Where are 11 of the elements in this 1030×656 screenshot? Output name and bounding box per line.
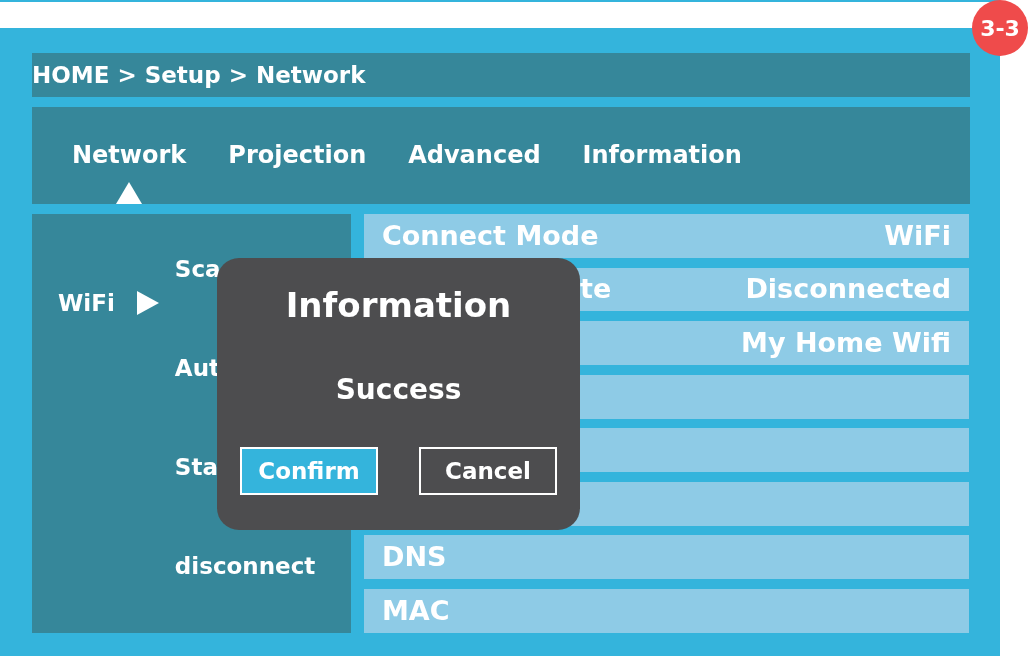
- row-value: Disconnected: [745, 272, 951, 307]
- row-label: MAC: [382, 593, 450, 628]
- dialog-message: Success: [335, 372, 462, 408]
- row-value: WiFi: [884, 218, 951, 253]
- row-label: DNS: [382, 540, 447, 575]
- page-badge: 3-3: [972, 0, 1028, 56]
- row-label: Connect Mode: [382, 218, 599, 253]
- row-value: My Home Wifi: [741, 325, 951, 360]
- breadcrumb: HOME > Setup > Network: [32, 60, 366, 90]
- row-label: te: [580, 272, 612, 307]
- dialog-title: Information: [285, 284, 512, 327]
